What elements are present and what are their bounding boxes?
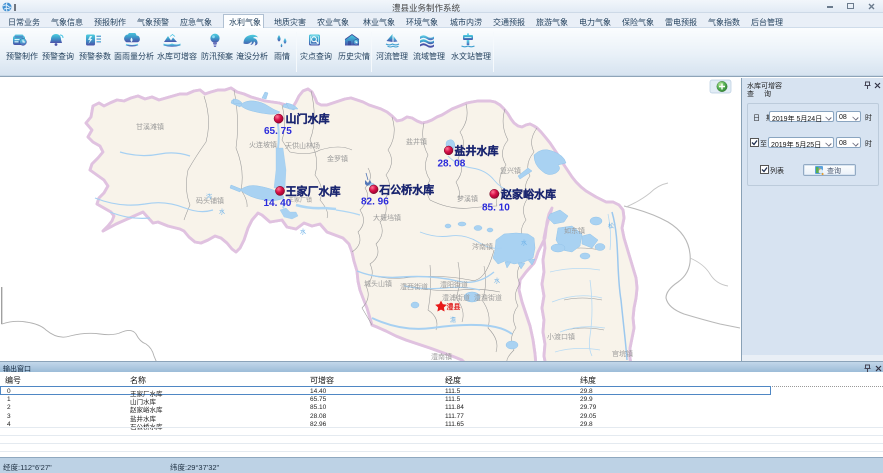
svg-text:85. 10: 85. 10 [482,203,510,214]
svg-text:松: 松 [608,222,614,230]
svg-text:城头山镇: 城头山镇 [364,279,392,288]
svg-text:天供山林场: 天供山林场 [285,141,320,150]
svg-text:水: 水 [300,228,306,236]
svg-text:28. 08: 28. 08 [438,159,466,170]
svg-text:涔南镇: 涔南镇 [472,242,493,251]
svg-text:65. 75: 65. 75 [264,126,292,137]
svg-text:小渡口镇: 小渡口镇 [547,332,575,341]
svg-text:甘溪滩镇: 甘溪滩镇 [136,122,164,131]
svg-text:盐井镇: 盐井镇 [406,137,427,146]
svg-text:山门水库: 山门水库 [286,112,330,126]
svg-text:澧浦街道: 澧浦街道 [442,293,470,302]
svg-text:澧阳街道: 澧阳街道 [440,280,468,289]
svg-text:水: 水 [494,277,500,285]
svg-text:火连坡镇: 火连坡镇 [249,140,277,149]
svg-text:14. 40: 14. 40 [264,198,292,209]
svg-text:官垸镇: 官垸镇 [612,349,633,358]
svg-text:梦溪镇: 梦溪镇 [457,194,478,203]
svg-text:如东镇: 如东镇 [564,226,585,235]
svg-text:澧县: 澧县 [447,302,461,311]
svg-text:澧南镇: 澧南镇 [431,352,452,361]
svg-text:复兴镇: 复兴镇 [500,166,521,175]
svg-text:石公桥水库: 石公桥水库 [378,183,434,197]
svg-text:盐井水库: 盐井水库 [455,144,499,158]
svg-text:82. 96: 82. 96 [361,197,389,208]
svg-text:大堰垱镇: 大堰垱镇 [373,213,401,222]
svg-text:澹: 澹 [450,316,456,324]
svg-text:赵家峪水库: 赵家峪水库 [500,187,556,201]
svg-text:涔: 涔 [206,193,212,201]
svg-text:澧澹街道: 澧澹街道 [474,293,502,302]
svg-text:澧西街道: 澧西街道 [400,282,428,291]
svg-text:水: 水 [219,208,225,216]
svg-text:王家厂水库: 王家厂水库 [286,184,341,198]
svg-text:金罗镇: 金罗镇 [327,154,348,163]
svg-text:水: 水 [521,239,527,247]
